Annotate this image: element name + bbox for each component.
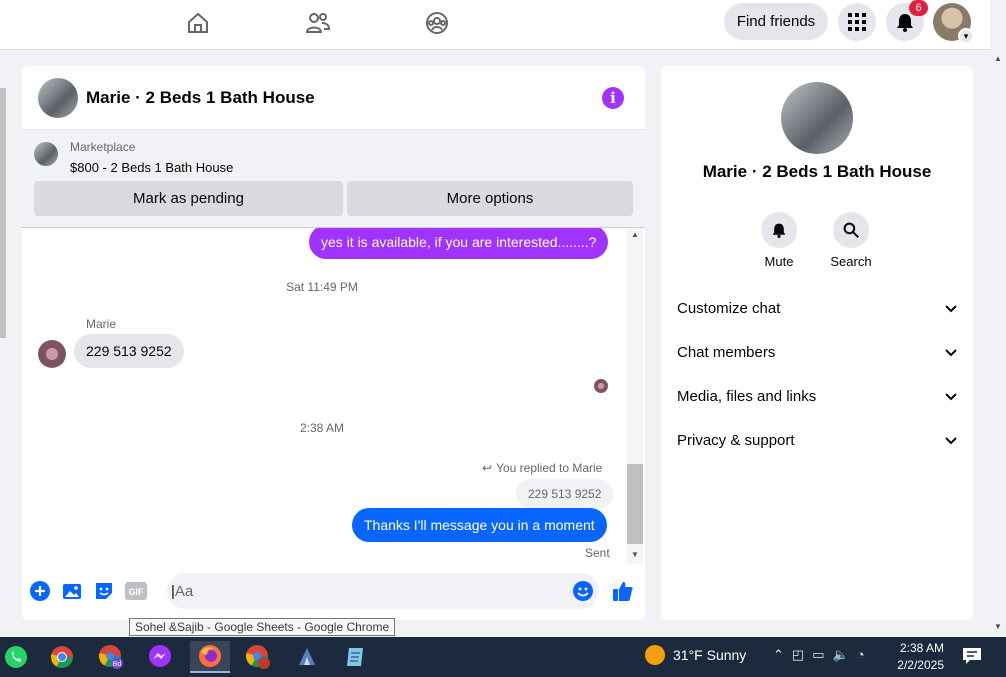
message-timestamp: 2:38 AM	[299, 421, 345, 435]
message-input[interactable]: | Aa	[167, 573, 599, 609]
clock-date: 2/2/2025	[897, 658, 944, 672]
taskbar-tooltip: Sohel &Sajib - Google Sheets - Google Ch…	[129, 618, 396, 636]
chat-members-section[interactable]: Chat members	[677, 334, 957, 370]
customize-chat-section[interactable]: Customize chat	[677, 290, 957, 326]
listing-thumbnail[interactable]	[34, 142, 58, 166]
clock[interactable]: 2:38 AM 2/2/2025	[896, 640, 944, 674]
sun-icon	[645, 645, 665, 665]
mute-label: Mute	[764, 254, 794, 269]
listing-title[interactable]: $800 - 2 Beds 1 Bath House	[70, 160, 233, 175]
quoted-reply[interactable]: 229 513 9252	[516, 479, 614, 509]
mark-as-pending-button[interactable]: Mark as pending	[34, 181, 343, 216]
incoming-message[interactable]: 229 513 9252	[74, 334, 184, 368]
chevron-down-icon	[945, 300, 957, 317]
chevron-up-icon[interactable]: ⌃	[773, 647, 784, 663]
media-files-links-section[interactable]: Media, files and links	[677, 378, 957, 414]
chevron-down-icon	[945, 388, 957, 405]
chevron-down-icon[interactable]: ▾	[958, 28, 974, 44]
friends-icon[interactable]	[298, 8, 338, 38]
notification-count-badge: 6	[909, 0, 928, 16]
more-options-button[interactable]: More options	[347, 181, 633, 216]
clock-time: 2:38 AM	[899, 641, 944, 655]
whatsapp-icon[interactable]	[0, 641, 32, 673]
reply-note: ↩ You replied to Marie	[482, 461, 602, 475]
reply-note-text: You replied to Marie	[496, 461, 603, 475]
weather-text: 31°F Sunny	[673, 647, 747, 663]
section-label: Media, files and links	[677, 387, 817, 405]
meet-icon[interactable]: ◰	[792, 647, 804, 663]
chat-panel: Marie · 2 Beds 1 Bath House i Marketplac…	[22, 66, 645, 620]
svg-text:GIF: GIF	[129, 587, 145, 597]
section-label: Chat members	[677, 343, 776, 361]
marketplace-banner: Marketplace $800 - 2 Beds 1 Bath House M…	[22, 130, 645, 228]
app-icon[interactable]	[291, 641, 323, 673]
marketplace-label: Marketplace	[70, 140, 136, 154]
battery-icon[interactable]: ▭	[812, 647, 824, 663]
chevron-down-icon	[945, 344, 957, 361]
search-label: Search	[830, 254, 872, 269]
message-placeholder: Aa	[174, 582, 194, 600]
menu-grid-icon[interactable]	[838, 3, 876, 41]
svg-text:Bd: Bd	[113, 661, 122, 668]
message-composer: GIF | Aa	[22, 570, 645, 614]
message-scrollbar[interactable]: ▲ ▼	[627, 228, 643, 564]
seen-avatar	[594, 379, 608, 393]
search-button[interactable]: Search	[821, 212, 881, 269]
firefox-icon[interactable]	[190, 641, 230, 673]
home-icon[interactable]	[178, 8, 218, 38]
chrome-profile-icon-2[interactable]	[242, 641, 274, 673]
info-icon[interactable]: i	[602, 87, 624, 109]
page-scrollbar-left	[0, 88, 6, 338]
notification-center-icon[interactable]	[962, 647, 982, 668]
thumbs-up-icon[interactable]	[612, 580, 634, 602]
side-panel-title: Marie · 2 Beds 1 Bath House	[702, 162, 932, 181]
weather-widget[interactable]: 31°F Sunny	[645, 645, 746, 665]
volume-icon[interactable]: 🔈	[833, 647, 849, 663]
outgoing-message[interactable]: Thanks I'll message you in a moment	[352, 508, 607, 542]
sender-name: Marie	[86, 317, 117, 331]
sticker-icon[interactable]	[93, 580, 115, 602]
photo-icon[interactable]	[61, 580, 83, 602]
top-navigation-bar: Find friends 6 ▾	[0, 0, 990, 50]
chevron-down-icon	[945, 432, 957, 449]
mute-button[interactable]: Mute	[749, 212, 809, 269]
add-plus-icon[interactable]	[29, 580, 51, 602]
section-label: Privacy & support	[677, 431, 795, 449]
notepad-icon[interactable]	[339, 641, 371, 673]
chat-header: Marie · 2 Beds 1 Bath House i	[22, 66, 645, 130]
chrome-icon[interactable]	[46, 641, 78, 673]
section-label: Customize chat	[677, 299, 781, 317]
emoji-icon[interactable]	[572, 580, 594, 602]
chat-title[interactable]: Marie · 2 Beds 1 Bath House	[86, 88, 315, 108]
sender-avatar[interactable]	[38, 340, 66, 368]
windows-taskbar: Bd 31°F Sunny ⌃ ◰ ▭ 🔈 ◔ 2:38 AM 2/2/2025	[0, 637, 1006, 677]
gif-icon[interactable]: GIF	[125, 580, 147, 602]
bell-icon[interactable]	[761, 212, 797, 248]
message-list: yes it is available, if you are interest…	[22, 228, 645, 564]
privacy-support-section[interactable]: Privacy & support	[677, 422, 957, 458]
system-tray: ⌃ ◰ ▭ 🔈 ◔	[773, 647, 865, 663]
wifi-icon[interactable]: ◔	[857, 647, 865, 663]
groups-icon[interactable]	[417, 8, 457, 38]
outgoing-message[interactable]: yes it is available, if you are interest…	[309, 228, 609, 259]
chrome-profile-icon[interactable]: Bd	[95, 641, 127, 673]
chat-details-panel: Marie · 2 Beds 1 Bath House Mute Search …	[661, 66, 973, 620]
search-icon[interactable]	[833, 212, 869, 248]
page-scrollbar[interactable]: ▲ ▼	[990, 0, 1006, 637]
sent-status: Sent	[585, 546, 610, 560]
listing-avatar[interactable]	[38, 78, 78, 118]
scroll-thumb[interactable]	[627, 464, 643, 544]
reply-arrow-icon: ↩	[482, 461, 493, 475]
messenger-icon[interactable]	[144, 641, 176, 673]
message-timestamp: Sat 11:49 PM	[286, 280, 358, 294]
find-friends-button[interactable]: Find friends	[724, 3, 828, 40]
listing-profile-image[interactable]	[781, 82, 853, 154]
